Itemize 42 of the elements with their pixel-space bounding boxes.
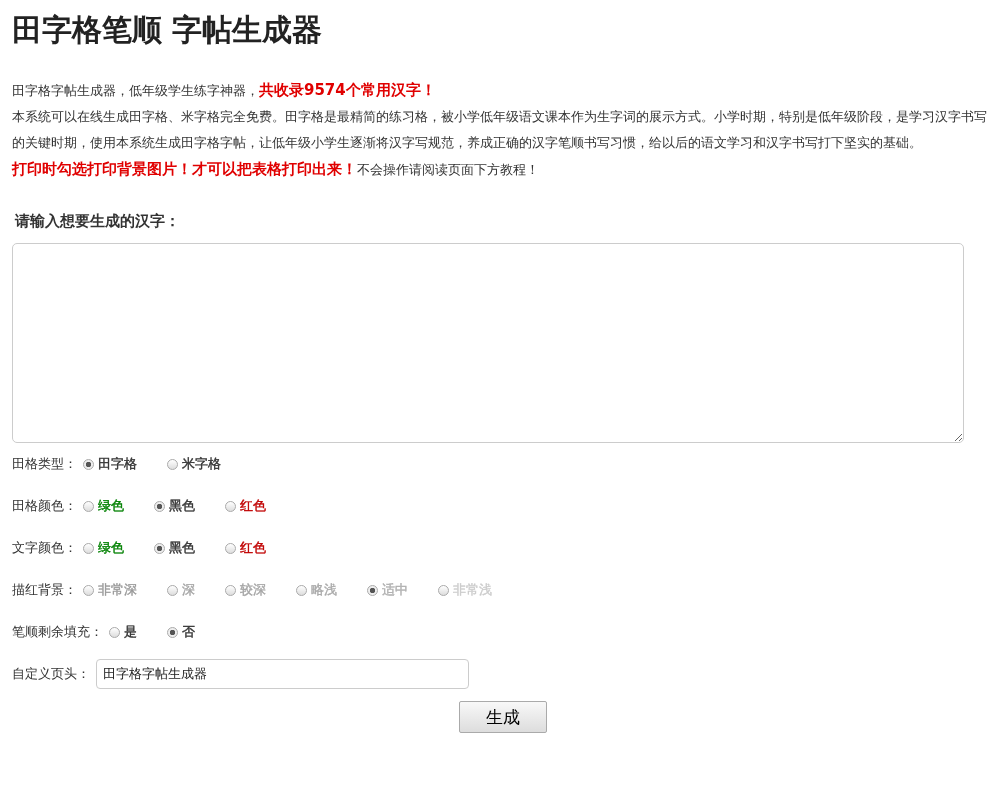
option-label: 田格类型： xyxy=(12,455,77,473)
radio-button[interactable] xyxy=(154,542,165,554)
radio-button[interactable] xyxy=(167,626,178,638)
header-input-field[interactable]: 田字格字帖生成器 xyxy=(96,659,469,689)
radio-button[interactable] xyxy=(154,500,165,512)
generate-button[interactable]: 生成 xyxy=(459,701,547,733)
radio-button[interactable] xyxy=(225,584,236,596)
option-label: 文字颜色： xyxy=(12,539,77,557)
radio-button[interactable] xyxy=(225,542,236,554)
option-text[interactable]: 是 xyxy=(124,623,137,641)
radio-button[interactable] xyxy=(83,458,94,470)
radio-button[interactable] xyxy=(167,458,178,470)
print-warning: 打印时勾选打印背景图片！才可以把表格打印出来！ xyxy=(12,160,357,178)
option-text[interactable]: 绿色 xyxy=(98,539,124,557)
option-text[interactable]: 黑色 xyxy=(169,497,195,515)
character-input-field[interactable] xyxy=(12,243,964,443)
option-label: 田格颜色： xyxy=(12,497,77,515)
radio-button[interactable] xyxy=(83,500,94,512)
radio-button[interactable] xyxy=(167,584,178,596)
option-label: 描红背景： xyxy=(12,581,77,599)
option-text[interactable]: 田字格 xyxy=(98,455,137,473)
radio-button[interactable] xyxy=(296,584,307,596)
radio-button[interactable] xyxy=(438,584,449,596)
character-count-highlight: 共收录9574个常用汉字！ xyxy=(259,81,436,99)
radio-button[interactable] xyxy=(83,584,94,596)
option-text[interactable]: 否 xyxy=(182,623,195,641)
page-title: 田字格笔顺 字帖生成器 xyxy=(12,11,324,49)
option-text[interactable]: 红色 xyxy=(240,497,266,515)
option-text[interactable]: 绿色 xyxy=(98,497,124,515)
option-text[interactable]: 黑色 xyxy=(169,539,195,557)
description-paragraph: 本系统可以在线生成田字格、米字格完全免费。田字格是最精简的练习格，被小学低年级语文课本作为生字词的展示方式。小学时期，特别是低年级阶段，是学习汉字书写的关键时期，使用本系统生成田字格字帖，让低年级小学生逐渐将汉字写规范，养成正确的汉字笔顺书写习惯，给以后的语文学习和汉字书写打下坚实的基础。 xyxy=(12,108,988,152)
option-label: 笔顺剩余填充： xyxy=(12,623,103,641)
option-text[interactable]: 红色 xyxy=(240,539,266,557)
header-label: 自定义页头： xyxy=(12,665,90,683)
tutorial-hint: 不会操作请阅读页面下方教程！ xyxy=(357,162,539,177)
input-label: 请输入想要生成的汉字： xyxy=(15,211,181,231)
radio-button[interactable] xyxy=(225,500,236,512)
intro-text: 田字格字帖生成器，低年级学生练字神器， xyxy=(12,83,259,98)
option-text[interactable]: 米字格 xyxy=(182,455,221,473)
radio-button[interactable] xyxy=(109,626,120,638)
radio-button[interactable] xyxy=(83,542,94,554)
radio-button[interactable] xyxy=(367,584,378,596)
